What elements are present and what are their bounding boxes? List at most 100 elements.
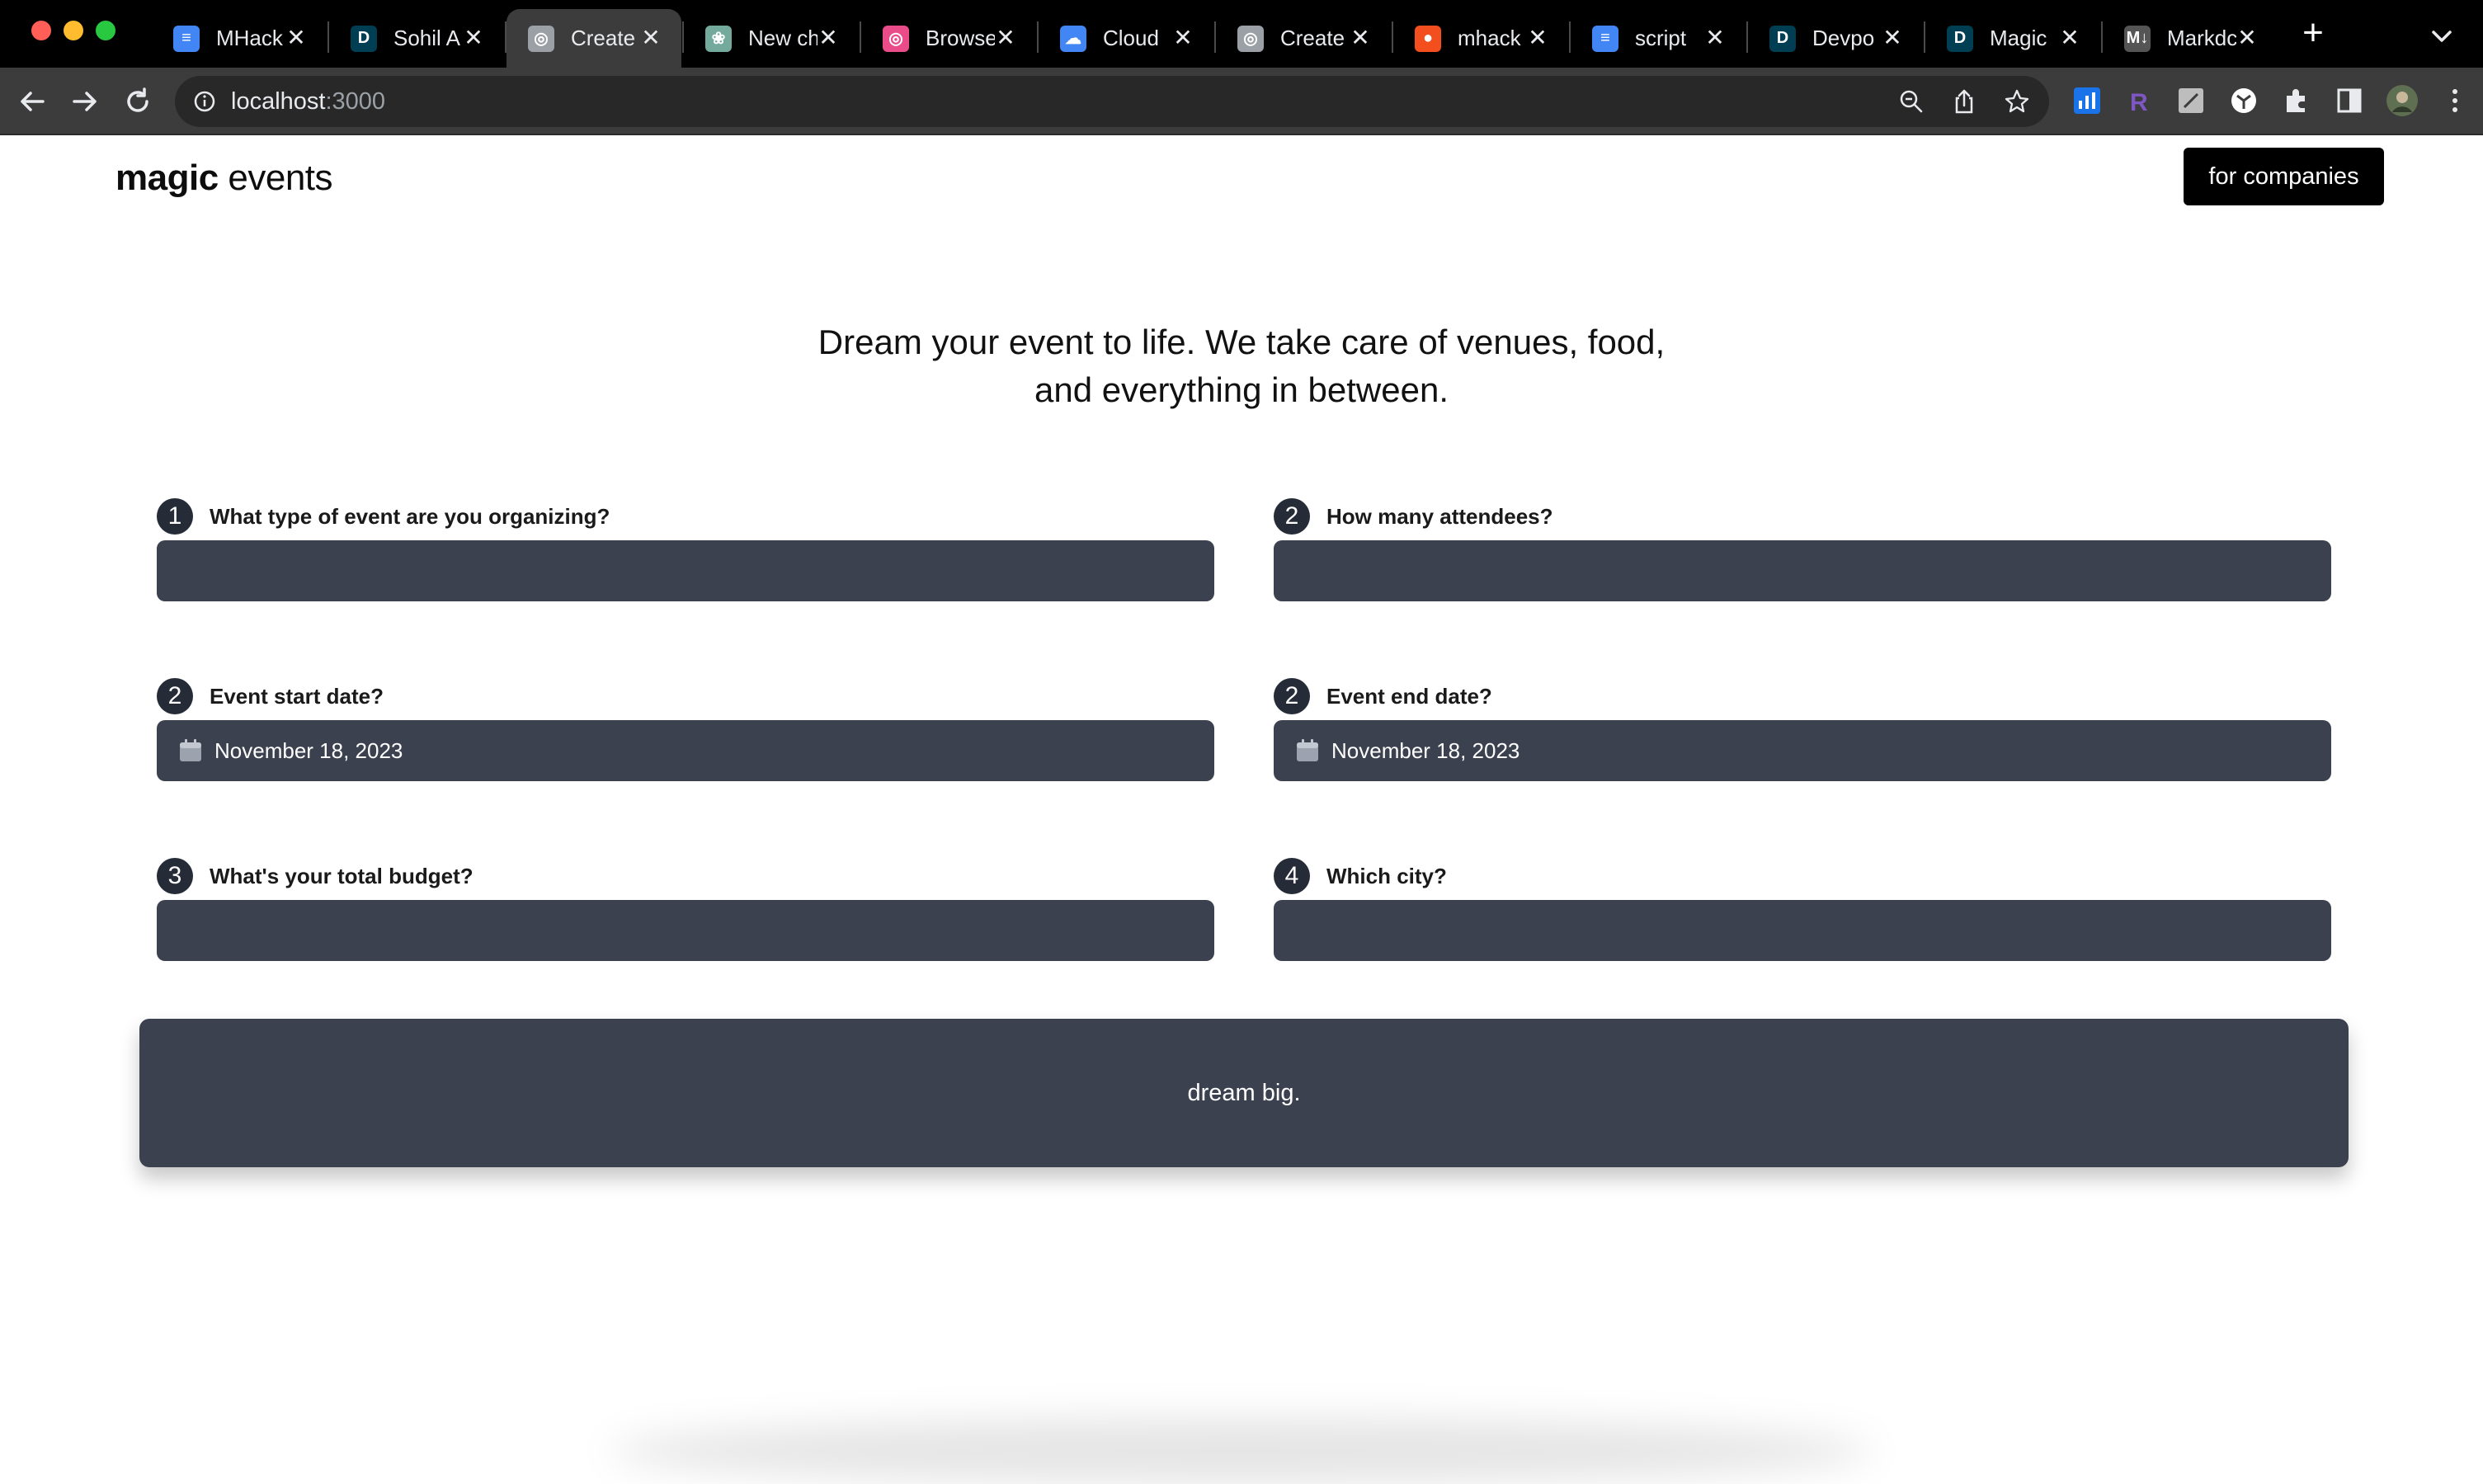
maximize-window-button[interactable] [96, 21, 115, 40]
tab-close-icon[interactable]: ✕ [995, 26, 1016, 49]
share-icon[interactable] [1950, 87, 1978, 115]
figma-icon: ● [1415, 25, 1441, 52]
site-info-icon[interactable] [191, 88, 218, 115]
markdown-icon: M↓ [2124, 25, 2151, 52]
browser-tab[interactable]: D Devpo ✕ [1748, 9, 1923, 68]
event-type-input[interactable] [157, 540, 1214, 601]
dream-big-submit-button[interactable]: dream big. [139, 1019, 2349, 1167]
city-question: Which city? [1326, 863, 1447, 888]
end-date-field: 2 Event end date? November 18, 2023 [1274, 678, 2331, 781]
attendees-field: 2 How many attendees? [1274, 498, 2331, 601]
browser-tab[interactable]: D Sohil A ✕ [329, 9, 504, 68]
browser-tab[interactable]: ☁ Cloud ✕ [1039, 9, 1213, 68]
tab-close-icon[interactable]: ✕ [1527, 26, 1548, 49]
step-number-badge: 3 [157, 858, 193, 894]
zoom-icon[interactable] [1897, 87, 1925, 115]
devpost-icon: D [1769, 25, 1796, 52]
logo[interactable]: magic events [115, 155, 333, 201]
vpn-extension-icon[interactable] [2227, 84, 2260, 117]
tab-title: Sohil A [393, 26, 460, 50]
step-number-badge: 2 [1274, 678, 1310, 714]
devpost-icon: D [351, 25, 377, 52]
tab-title: Magic [1990, 26, 2047, 50]
end-date-value: November 18, 2023 [1331, 737, 1520, 763]
calendar-icon [180, 739, 201, 761]
tab-title: script [1635, 26, 1687, 50]
tab-search-chevron-icon[interactable] [2425, 20, 2458, 53]
analytics-extension-icon[interactable] [2071, 84, 2104, 117]
hero-line-1: Dream your event to life. We take care o… [817, 323, 1666, 361]
browser-tab[interactable]: ≡ MHack ✕ [152, 9, 327, 68]
end-date-question: Event end date? [1326, 683, 1492, 709]
tab-title: Cloud [1103, 26, 1159, 50]
profile-avatar-icon[interactable] [2386, 84, 2419, 117]
tab-title: Create [1280, 26, 1345, 50]
browser-menu-icon[interactable] [2438, 84, 2471, 117]
browser-tab[interactable]: ≡ script ✕ [1571, 9, 1746, 68]
svg-text:R: R [2130, 89, 2148, 116]
tab-close-icon[interactable]: ✕ [2059, 26, 2080, 49]
dribbble-icon: ◎ [883, 25, 909, 52]
reload-icon[interactable] [119, 82, 157, 120]
minimize-window-button[interactable] [64, 21, 83, 40]
browser-tab[interactable]: ◎ Browse ✕ [861, 9, 1036, 68]
browser-tab[interactable]: ● mhack ✕ [1393, 9, 1568, 68]
back-arrow-icon[interactable] [13, 82, 51, 120]
browser-tab[interactable]: ◎ Create ✕ [506, 9, 681, 68]
start-date-question: Event start date? [210, 683, 384, 709]
tab-close-icon[interactable]: ✕ [2236, 26, 2258, 49]
devpost-icon: D [1947, 25, 1973, 52]
extensions-puzzle-icon[interactable] [2280, 84, 2313, 117]
tab-title: mhack [1458, 26, 1521, 50]
browser-tab[interactable]: D Magic ✕ [1925, 9, 2100, 68]
attendees-input[interactable] [1274, 540, 2331, 601]
notes-extension-icon[interactable] [2174, 84, 2207, 117]
tab-close-icon[interactable]: ✕ [1704, 26, 1726, 49]
browser-toolbar: localhost:3000 R [0, 68, 2483, 135]
tab-close-icon[interactable]: ✕ [463, 26, 484, 49]
calendar-icon [1297, 739, 1318, 761]
cloud-icon: ☁ [1060, 25, 1086, 52]
globe-icon: ◎ [1237, 25, 1264, 52]
tab-close-icon[interactable]: ✕ [1882, 26, 1903, 49]
city-input[interactable] [1274, 900, 2331, 961]
end-date-picker[interactable]: November 18, 2023 [1274, 720, 2331, 781]
tab-title: Browse [926, 26, 995, 50]
budget-field: 3 What's your total budget? [157, 858, 1214, 961]
chatgpt-icon: ❀ [705, 25, 732, 52]
url-text: localhost:3000 [231, 88, 386, 115]
step-number-badge: 2 [1274, 498, 1310, 535]
tab-close-icon[interactable]: ✕ [1172, 26, 1194, 49]
step-number-badge: 2 [157, 678, 193, 714]
browser-tab[interactable]: M↓ Markdc ✕ [2103, 9, 2278, 68]
new-tab-button[interactable]: + [2295, 15, 2331, 53]
tab-title: Devpo [1812, 26, 1875, 50]
tab-close-icon[interactable]: ✕ [285, 26, 307, 49]
budget-input[interactable] [157, 900, 1214, 961]
hero-line-2: and everything in between. [1034, 370, 1449, 409]
city-field: 4 Which city? [1274, 858, 2331, 961]
side-panel-icon[interactable] [2333, 84, 2366, 117]
docs-icon: ≡ [1592, 25, 1618, 52]
tab-title: Create [571, 26, 636, 50]
start-date-picker[interactable]: November 18, 2023 [157, 720, 1214, 781]
bookmark-star-icon[interactable] [2003, 87, 2031, 115]
browser-tab[interactable]: ❀ New ch ✕ [684, 9, 859, 68]
globe-icon: ◎ [528, 25, 554, 52]
tab-close-icon[interactable]: ✕ [1350, 26, 1371, 49]
browser-tab[interactable]: ◎ Create ✕ [1216, 9, 1391, 68]
forward-arrow-icon[interactable] [66, 82, 104, 120]
for-companies-button[interactable]: for companies [2184, 148, 2384, 205]
close-window-button[interactable] [31, 21, 51, 40]
attendees-question: How many attendees? [1326, 503, 1553, 529]
budget-question: What's your total budget? [210, 863, 474, 888]
tab-close-icon[interactable]: ✕ [640, 26, 662, 49]
page-content: magic events for companies Dream your ev… [0, 135, 2483, 1484]
tab-title: MHack [216, 26, 283, 50]
bottom-shadow-decoration [610, 1418, 1873, 1484]
tab-close-icon[interactable]: ✕ [817, 26, 839, 49]
event-type-question: What type of event are you organizing? [210, 503, 610, 529]
r-extension-icon[interactable]: R [2122, 84, 2155, 117]
address-bar[interactable]: localhost:3000 [175, 76, 2049, 127]
browser-tab-strip: ≡ MHack ✕ D Sohil A ✕ ◎ Create ✕ ❀ New ch ✕ ◎ Browse ✕… [0, 0, 2483, 68]
